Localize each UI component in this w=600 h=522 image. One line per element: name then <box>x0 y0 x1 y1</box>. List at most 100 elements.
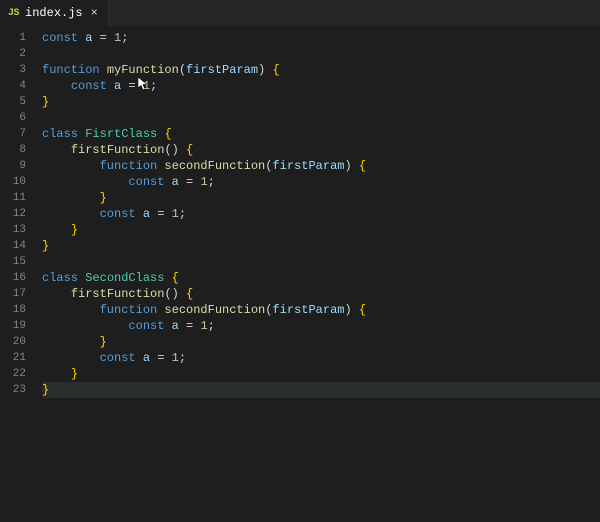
token-kw: class <box>42 271 78 285</box>
token-pn <box>100 63 107 77</box>
tab-bar: JS index.js × <box>0 0 600 26</box>
code-line[interactable]: const a = 1; <box>42 174 600 190</box>
token-pn: = <box>179 319 201 333</box>
token-pn: ) <box>344 159 358 173</box>
token-num: 1 <box>143 79 150 93</box>
code-line[interactable]: function myFunction(firstParam) { <box>42 62 600 78</box>
token-pn: = <box>121 79 143 93</box>
token-brc: { <box>186 287 193 301</box>
token-pn: ) <box>344 303 358 317</box>
token-kw: const <box>100 207 136 221</box>
token-kw: const <box>128 175 164 189</box>
token-brc: { <box>172 271 179 285</box>
token-pn: = <box>92 31 114 45</box>
editor-tab[interactable]: JS index.js × <box>0 0 109 26</box>
code-line[interactable]: } <box>42 382 600 398</box>
token-pn: ) <box>258 63 272 77</box>
code-line[interactable]: function secondFunction(firstParam) { <box>42 302 600 318</box>
token-pn: = <box>150 351 172 365</box>
code-line[interactable] <box>42 46 600 62</box>
line-number: 19 <box>0 318 26 334</box>
token-pn <box>42 367 71 381</box>
code-line[interactable] <box>42 254 600 270</box>
token-pn: ; <box>121 31 128 45</box>
line-number: 8 <box>0 142 26 158</box>
line-number: 3 <box>0 62 26 78</box>
code-line[interactable]: const a = 1; <box>42 78 600 94</box>
token-pn: ; <box>179 351 186 365</box>
token-num: 1 <box>172 351 179 365</box>
token-fn: secondFunction <box>164 159 265 173</box>
token-fn: myFunction <box>107 63 179 77</box>
line-number: 16 <box>0 270 26 286</box>
code-line[interactable]: } <box>42 222 600 238</box>
line-number: 17 <box>0 286 26 302</box>
token-pn <box>164 319 171 333</box>
code-line[interactable]: } <box>42 190 600 206</box>
code-line[interactable]: const a = 1; <box>42 206 600 222</box>
line-number: 1 <box>0 30 26 46</box>
code-area[interactable]: const a = 1;function myFunction(firstPar… <box>34 26 600 522</box>
token-pn: ; <box>179 207 186 221</box>
token-name: a <box>143 207 150 221</box>
token-fn: secondFunction <box>164 303 265 317</box>
token-brc: { <box>359 159 366 173</box>
line-number: 21 <box>0 350 26 366</box>
token-pn <box>42 223 71 237</box>
token-name: firstParam <box>272 159 344 173</box>
token-pn: ; <box>208 319 215 333</box>
token-brc: } <box>100 191 107 205</box>
token-name: firstParam <box>272 303 344 317</box>
token-num: 1 <box>172 207 179 221</box>
line-number: 13 <box>0 222 26 238</box>
line-number: 23 <box>0 382 26 398</box>
token-pn <box>42 143 71 157</box>
token-brc: } <box>71 223 78 237</box>
token-kw: const <box>128 319 164 333</box>
line-number: 20 <box>0 334 26 350</box>
code-line[interactable]: const a = 1; <box>42 318 600 334</box>
line-number: 4 <box>0 78 26 94</box>
token-brc: } <box>42 239 49 253</box>
code-line[interactable]: } <box>42 94 600 110</box>
close-tab-button[interactable]: × <box>89 7 100 19</box>
token-pn <box>42 207 100 221</box>
token-brc: } <box>100 335 107 349</box>
code-line[interactable]: } <box>42 238 600 254</box>
code-line[interactable]: class FisrtClass { <box>42 126 600 142</box>
token-pn <box>42 303 100 317</box>
token-kw: function <box>42 63 100 77</box>
code-line[interactable]: class SecondClass { <box>42 270 600 286</box>
code-line[interactable]: firstFunction() { <box>42 286 600 302</box>
token-pn: ; <box>208 175 215 189</box>
code-line[interactable]: const a = 1; <box>42 30 600 46</box>
token-pn: () <box>164 143 186 157</box>
code-editor[interactable]: 1234567891011121314151617181920212223 co… <box>0 26 600 522</box>
token-pn <box>42 351 100 365</box>
token-pn <box>42 319 128 333</box>
line-number: 5 <box>0 94 26 110</box>
token-kw: class <box>42 127 78 141</box>
token-name: a <box>172 175 179 189</box>
token-pn <box>136 207 143 221</box>
token-fn: firstFunction <box>71 143 165 157</box>
token-pn: = <box>179 175 201 189</box>
token-pn <box>42 335 100 349</box>
line-number: 9 <box>0 158 26 174</box>
token-brc: { <box>359 303 366 317</box>
token-kw: const <box>42 31 78 45</box>
token-name: a <box>143 351 150 365</box>
code-line[interactable]: function secondFunction(firstParam) { <box>42 158 600 174</box>
code-line[interactable]: firstFunction() { <box>42 142 600 158</box>
code-line[interactable]: } <box>42 366 600 382</box>
code-line[interactable] <box>42 110 600 126</box>
token-pn <box>164 271 171 285</box>
token-pn <box>136 351 143 365</box>
token-pn <box>107 79 114 93</box>
code-line[interactable]: const a = 1; <box>42 350 600 366</box>
token-pn <box>42 159 100 173</box>
token-pn: ; <box>150 79 157 93</box>
token-kw: function <box>100 303 158 317</box>
token-name: firstParam <box>186 63 258 77</box>
code-line[interactable]: } <box>42 334 600 350</box>
